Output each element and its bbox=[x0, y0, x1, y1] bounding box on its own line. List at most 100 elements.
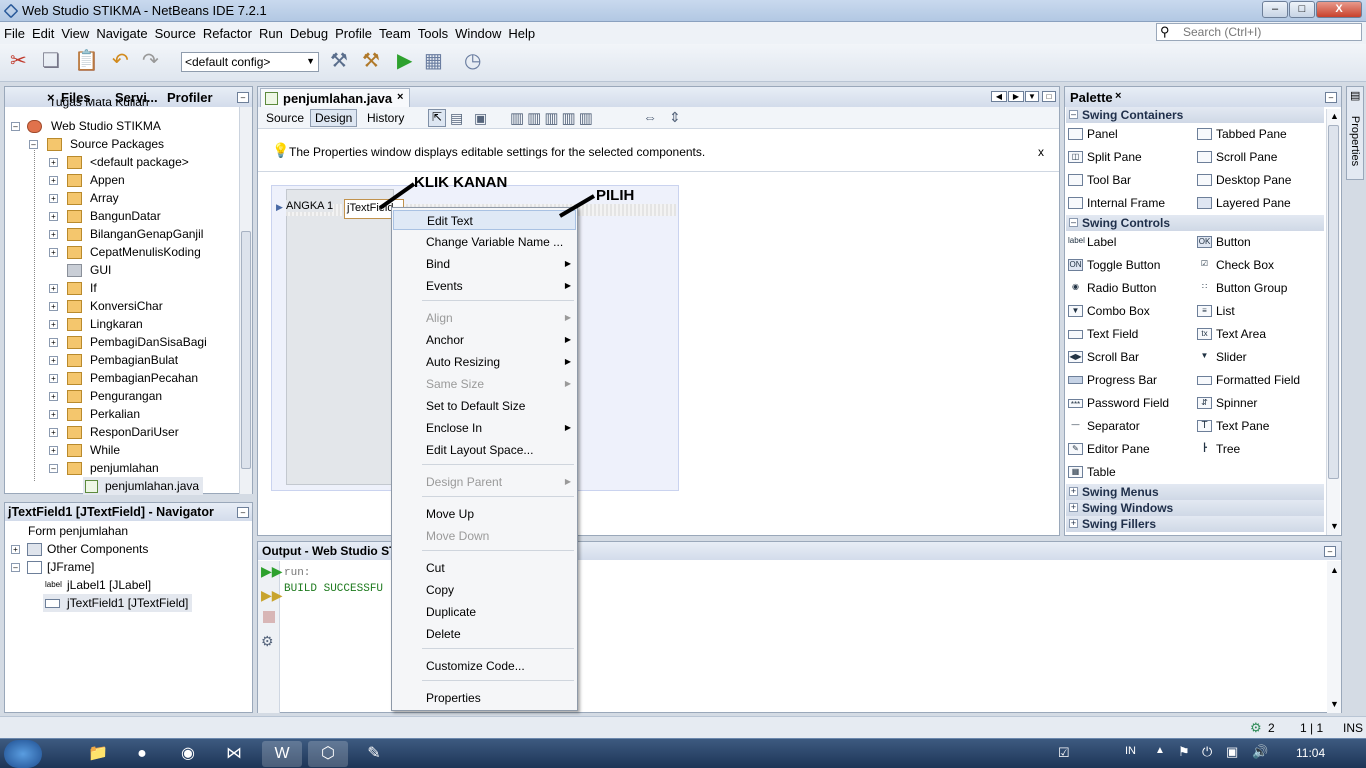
paint-icon[interactable]: ✎ bbox=[354, 741, 394, 767]
document-list-icon[interactable]: ▼ bbox=[1025, 91, 1039, 102]
expand-icon[interactable]: + bbox=[1069, 519, 1078, 528]
menu-item-edit-text[interactable]: Edit Text bbox=[393, 210, 576, 230]
netbeans-taskbar-icon[interactable]: ⬡ bbox=[308, 741, 348, 767]
palette-item-split-pane[interactable]: ◫ Split Pane bbox=[1066, 147, 1142, 167]
palette-item-internal-frame[interactable]: Internal Frame bbox=[1066, 193, 1165, 213]
palette-item-list[interactable]: ≡ List bbox=[1195, 301, 1235, 321]
collapse-icon[interactable]: – bbox=[49, 464, 58, 473]
notifications-icon[interactable]: ⚙ bbox=[1250, 720, 1262, 736]
view-source-button[interactable]: Source bbox=[266, 111, 304, 125]
expand-icon[interactable]: + bbox=[49, 230, 58, 239]
volume-icon[interactable]: 🔊 bbox=[1252, 744, 1268, 760]
properties-side-tab[interactable]: ▤ Properties bbox=[1346, 86, 1364, 180]
expand-icon[interactable]: + bbox=[11, 545, 20, 554]
expand-icon[interactable]: + bbox=[49, 428, 58, 437]
scrollbar-thumb[interactable] bbox=[1328, 125, 1339, 479]
palette-category-fillers[interactable]: + Swing Fillers bbox=[1066, 516, 1324, 532]
view-design-button[interactable]: Design bbox=[310, 109, 358, 127]
package-node[interactable]: + If bbox=[9, 279, 97, 297]
expand-icon[interactable]: + bbox=[1069, 487, 1078, 496]
palette-item-tool-bar[interactable]: Tool Bar bbox=[1066, 170, 1131, 190]
expand-icon[interactable]: + bbox=[49, 212, 58, 221]
config-select[interactable]: <default config> ▼ bbox=[181, 52, 319, 72]
menu-item-duplicate[interactable]: Duplicate bbox=[393, 602, 576, 622]
expand-icon[interactable]: + bbox=[49, 194, 58, 203]
scroll-down-icon[interactable]: ▼ bbox=[1330, 699, 1339, 709]
build-icon[interactable]: ⚒ bbox=[330, 50, 348, 72]
tree-row[interactable]: Form penjumlahan bbox=[9, 522, 128, 540]
tree-row[interactable]: label jLabel1 [JLabel] bbox=[9, 576, 151, 594]
explorer-icon[interactable]: 📁 bbox=[78, 741, 118, 767]
package-node[interactable]: + Array bbox=[9, 189, 119, 207]
collapse-icon[interactable]: – bbox=[11, 563, 20, 572]
source-packages-node[interactable]: – Source Packages bbox=[9, 135, 164, 153]
expand-icon[interactable]: + bbox=[49, 338, 58, 347]
palette-item-password-field[interactable]: *** Password Field bbox=[1066, 393, 1169, 413]
menu-navigate[interactable]: Navigate bbox=[92, 22, 150, 41]
tree-row[interactable]: – [JFrame] bbox=[9, 558, 94, 576]
menu-view[interactable]: View bbox=[57, 22, 92, 41]
palette-item-text-field[interactable]: Text Field bbox=[1066, 324, 1138, 344]
expand-icon[interactable]: + bbox=[49, 176, 58, 185]
menu-item-customize-code[interactable]: Customize Code... bbox=[393, 656, 576, 676]
palette-item-scroll-pane[interactable]: Scroll Pane bbox=[1195, 147, 1277, 167]
menu-item-move-up[interactable]: Move Up bbox=[393, 504, 576, 524]
scroll-left-icon[interactable]: ◀ bbox=[991, 91, 1007, 102]
collapse-icon[interactable]: – bbox=[1069, 110, 1078, 119]
expand-icon[interactable]: + bbox=[49, 248, 58, 257]
menu-item-anchor[interactable]: Anchor ▶ bbox=[393, 330, 576, 350]
expand-icon[interactable]: + bbox=[49, 410, 58, 419]
debug-icon[interactable]: ▦ bbox=[424, 50, 443, 72]
copy-icon[interactable]: ❏ bbox=[42, 50, 60, 72]
menu-debug[interactable]: Debug bbox=[286, 22, 331, 41]
palette-item-text-pane[interactable]: T Text Pane bbox=[1195, 416, 1269, 436]
menu-item-auto-resizing[interactable]: Auto Resizing ▶ bbox=[393, 352, 576, 372]
cut-icon[interactable]: ✂ bbox=[10, 50, 27, 72]
minimize-panel-icon[interactable]: – bbox=[237, 92, 249, 103]
package-node[interactable]: + Appen bbox=[9, 171, 125, 189]
palette-item-slider[interactable]: ▼ Slider bbox=[1195, 347, 1247, 367]
palette-item-formatted-field[interactable]: Formatted Field bbox=[1195, 370, 1300, 390]
projects-scrollbar[interactable] bbox=[239, 107, 252, 494]
tree-row[interactable]: Tugas Mata Kuliah bbox=[9, 99, 229, 111]
palette-category-windows[interactable]: + Swing Windows bbox=[1066, 500, 1324, 516]
settings-icon[interactable]: ⚙ bbox=[261, 633, 274, 650]
run-icon[interactable]: ▶ bbox=[397, 50, 412, 72]
view-history-button[interactable]: History bbox=[367, 111, 404, 125]
package-node[interactable]: + PembagiDanSisaBagi bbox=[9, 333, 207, 351]
menu-item-edit-layout-space[interactable]: Edit Layout Space... bbox=[393, 440, 576, 460]
package-node[interactable]: + BangunDatar bbox=[9, 207, 161, 225]
stop-icon[interactable] bbox=[263, 611, 275, 623]
paste-icon[interactable]: 📋 bbox=[74, 50, 99, 72]
menu-item-delete[interactable]: Delete bbox=[393, 624, 576, 644]
scrollbar-thumb[interactable] bbox=[241, 231, 251, 469]
clean-build-icon[interactable]: ⚒ bbox=[362, 50, 380, 72]
word-icon[interactable]: W bbox=[262, 741, 302, 767]
resize-vertical-icon[interactable]: ⇕ bbox=[669, 109, 681, 126]
palette-scrollbar[interactable]: ▲ ▼ bbox=[1326, 109, 1340, 535]
tree-row[interactable]: + Other Components bbox=[9, 540, 148, 558]
package-node[interactable]: GUI bbox=[9, 261, 111, 279]
align-tools-icon[interactable]: ▥▥▥▥▥ bbox=[510, 109, 596, 127]
app-icon[interactable]: ● bbox=[122, 741, 162, 767]
resize-horizontal-icon[interactable]: ⇔ bbox=[643, 109, 657, 125]
expand-icon[interactable]: + bbox=[49, 158, 58, 167]
network-icon[interactable]: ▣ bbox=[1226, 744, 1238, 760]
java-file-node[interactable]: penjumlahan.java bbox=[83, 477, 204, 495]
power-icon[interactable]: ⏻ bbox=[1202, 744, 1212, 760]
palette-category-menus[interactable]: + Swing Menus bbox=[1066, 484, 1324, 500]
menu-item-enclose-in[interactable]: Enclose In ▶ bbox=[393, 418, 576, 438]
palette-item-radio-button[interactable]: ◉ Radio Button bbox=[1066, 278, 1156, 298]
palette-item-label[interactable]: label Label bbox=[1066, 232, 1116, 252]
maximize-editor-icon[interactable]: □ bbox=[1042, 91, 1056, 102]
selection-mode-icon[interactable]: ⇱ bbox=[428, 109, 446, 127]
package-node[interactable]: + PembagianPecahan bbox=[9, 369, 198, 387]
menu-source[interactable]: Source bbox=[151, 22, 199, 41]
menu-item-properties[interactable]: Properties bbox=[393, 688, 576, 708]
palette-category-controls[interactable]: – Swing Controls bbox=[1066, 215, 1324, 231]
menu-item-change-variable-name[interactable]: Change Variable Name ... bbox=[393, 232, 576, 252]
package-node[interactable]: + Perkalian bbox=[9, 405, 140, 423]
palette-item-panel[interactable]: Panel bbox=[1066, 124, 1118, 144]
menu-run[interactable]: Run bbox=[255, 22, 286, 41]
package-node[interactable]: + Lingkaran bbox=[9, 315, 143, 333]
